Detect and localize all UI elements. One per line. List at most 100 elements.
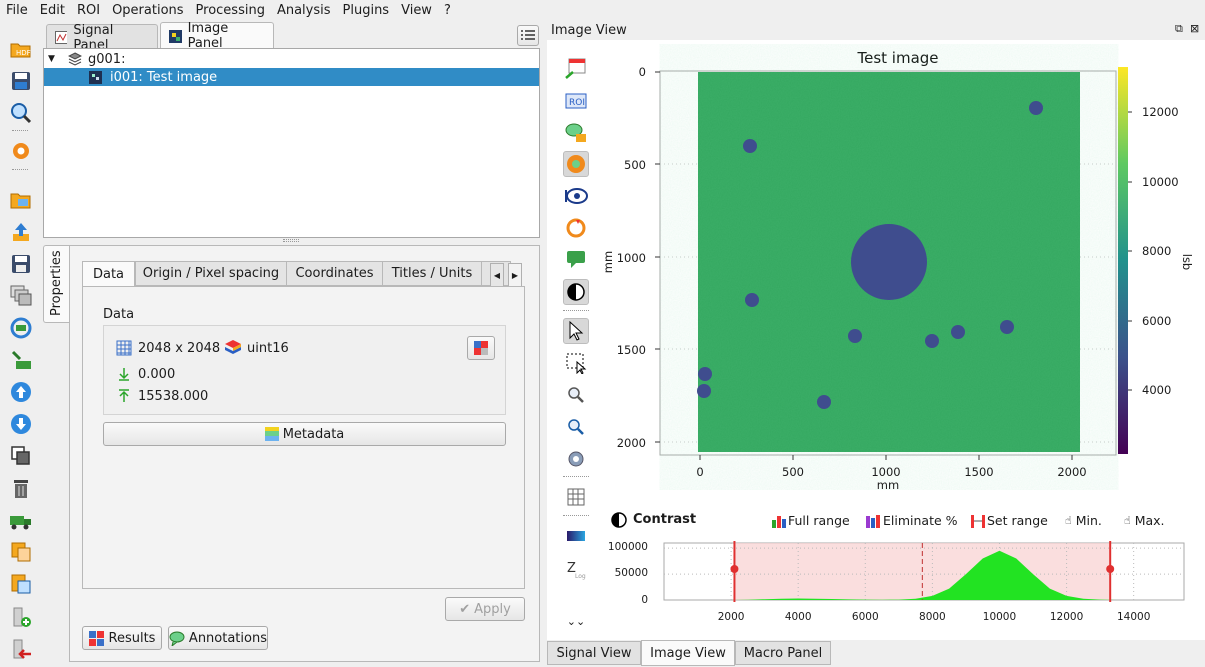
settings-icon[interactable]	[9, 139, 33, 163]
subtab-data[interactable]: Data	[82, 261, 135, 287]
y-tick-label: 1500	[617, 343, 646, 357]
menu-file[interactable]: File	[0, 0, 34, 22]
full-range-button[interactable]: Full range	[772, 513, 850, 528]
add-object-icon[interactable]	[9, 348, 33, 372]
contrast-icon[interactable]	[563, 279, 589, 305]
scroll-right-button[interactable]: ▶	[508, 263, 522, 287]
tab-properties[interactable]: Properties	[43, 245, 69, 323]
hist-x-tick-label: 10000	[983, 611, 1016, 623]
cbar-tick-label: 8000	[1142, 244, 1171, 258]
close-icon[interactable]: ⊠	[1190, 22, 1199, 35]
open-h5-icon[interactable]: HDF	[9, 37, 33, 61]
duplicate-stack-icon[interactable]	[9, 284, 33, 308]
move-up-icon[interactable]	[9, 380, 33, 404]
tab-signal-view[interactable]: Signal View	[547, 641, 641, 665]
menu-operations[interactable]: Operations	[106, 0, 189, 22]
subtab-coordinates[interactable]: Coordinates	[286, 261, 383, 286]
move-down-icon[interactable]	[9, 412, 33, 436]
save-h5-icon[interactable]	[9, 69, 33, 93]
tab-signal-panel[interactable]: Signal Panel	[46, 23, 158, 53]
z-log-icon[interactable]: Z Log	[563, 556, 589, 582]
menu-plugins[interactable]: Plugins	[337, 0, 396, 22]
scroll-left-button[interactable]: ◀	[490, 263, 504, 287]
select-pointer-icon[interactable]	[563, 318, 589, 344]
tree-item-row[interactable]: i001: Test image	[44, 68, 539, 86]
cbar-tick-label: 6000	[1142, 314, 1171, 328]
menu-analysis[interactable]: Analysis	[271, 0, 337, 22]
min-button[interactable]: ☝ Min.	[1065, 513, 1102, 528]
max-value-icon	[119, 389, 129, 402]
panel-menu-button[interactable]	[517, 25, 539, 46]
max-button[interactable]: ☝ Max.	[1124, 513, 1165, 528]
object-tree: ▼ g001: i001: Test image	[43, 48, 540, 238]
eye-icon[interactable]	[563, 183, 589, 209]
y-axis-label: mm	[601, 251, 615, 273]
refresh-icon[interactable]	[9, 316, 33, 340]
reset-view-icon[interactable]	[563, 215, 589, 241]
tab-macro-panel[interactable]: Macro Panel	[735, 641, 831, 665]
histogram-y-axis: 100000 50000 0	[608, 541, 648, 606]
set-range-button[interactable]: Set range	[971, 513, 1048, 528]
cbar-tick-label: 4000	[1142, 383, 1171, 397]
apply-button[interactable]: ✔ Apply	[445, 597, 525, 621]
image-view-titlebar: Image View ⧉ ⊠	[547, 22, 1205, 40]
list-icon	[521, 29, 535, 40]
metadata-label: Metadata	[282, 426, 345, 442]
results-label: Results	[108, 630, 156, 646]
metadata-button[interactable]: Metadata	[103, 422, 506, 446]
colormap-icon[interactable]	[563, 523, 589, 549]
range-max-marker[interactable]	[1106, 565, 1115, 573]
zoom-fit-icon[interactable]	[563, 414, 589, 440]
menu-roi[interactable]: ROI	[71, 0, 106, 22]
open-file-icon[interactable]	[9, 188, 33, 212]
range-min-marker[interactable]	[730, 565, 739, 573]
results-button[interactable]: Results	[82, 626, 162, 650]
image-icon	[169, 29, 182, 43]
svg-text:Log: Log	[575, 573, 586, 580]
collapse-arrow-icon[interactable]: ▼	[48, 54, 62, 64]
truck-icon[interactable]	[9, 508, 33, 532]
menu-help[interactable]: ?	[438, 0, 457, 22]
splitter-handle[interactable]	[283, 239, 299, 242]
contrast-title-icon	[611, 512, 627, 528]
annotation-shape-icon[interactable]	[563, 120, 589, 146]
add-metadata-icon[interactable]	[9, 606, 33, 630]
duplicate-icon[interactable]	[9, 540, 33, 564]
hist-x-tick-label: 2000	[718, 611, 745, 623]
tree-group-row[interactable]: ▼ g001:	[48, 50, 125, 68]
more-chevron-icon[interactable]: ⌄⌄	[563, 608, 589, 634]
grid-icon[interactable]	[563, 484, 589, 510]
annotations-label: Annotations	[188, 630, 267, 646]
zoom-icon[interactable]	[563, 382, 589, 408]
histogram-chart[interactable]: 100000 50000 0 2000 4000 6000 8000 10000…	[600, 535, 1200, 627]
annotations-button[interactable]: Annotations	[168, 626, 268, 650]
eliminate-button[interactable]: Eliminate %	[866, 513, 958, 528]
float-icon[interactable]: ⧉	[1175, 22, 1183, 36]
import-icon[interactable]	[9, 638, 33, 662]
upload-icon[interactable]	[9, 220, 33, 244]
set-range-icon	[971, 514, 985, 528]
histogram-x-axis: 2000 4000 6000 8000 10000 12000 14000	[718, 611, 1151, 623]
auto-scale-icon[interactable]	[563, 151, 589, 177]
new-signal-icon[interactable]	[563, 56, 589, 82]
tab-image-panel[interactable]: Image Panel	[160, 21, 274, 51]
browse-h5-icon[interactable]	[9, 101, 33, 125]
menu-processing[interactable]: Processing	[190, 0, 271, 22]
paste-icon[interactable]	[9, 572, 33, 596]
colorbar[interactable]	[1118, 67, 1128, 454]
rect-select-icon[interactable]	[563, 350, 589, 376]
menu-view[interactable]: View	[395, 0, 438, 22]
gear-icon[interactable]	[563, 446, 589, 472]
subtab-titles-units[interactable]: Titles / Units	[382, 261, 482, 286]
comment-icon[interactable]	[563, 247, 589, 273]
roi-icon[interactable]: ROI	[563, 88, 589, 114]
delete-icon[interactable]	[9, 476, 33, 500]
menu-edit[interactable]: Edit	[34, 0, 71, 22]
view-data-button[interactable]	[467, 336, 495, 360]
subtab-origin-pixel-spacing[interactable]: Origin / Pixel spacing	[135, 261, 287, 286]
save-file-icon[interactable]	[9, 252, 33, 276]
x-tick-label: 1500	[964, 465, 993, 479]
spot	[925, 334, 939, 348]
tab-image-view[interactable]: Image View	[641, 640, 735, 666]
copy-icon[interactable]	[9, 444, 33, 468]
